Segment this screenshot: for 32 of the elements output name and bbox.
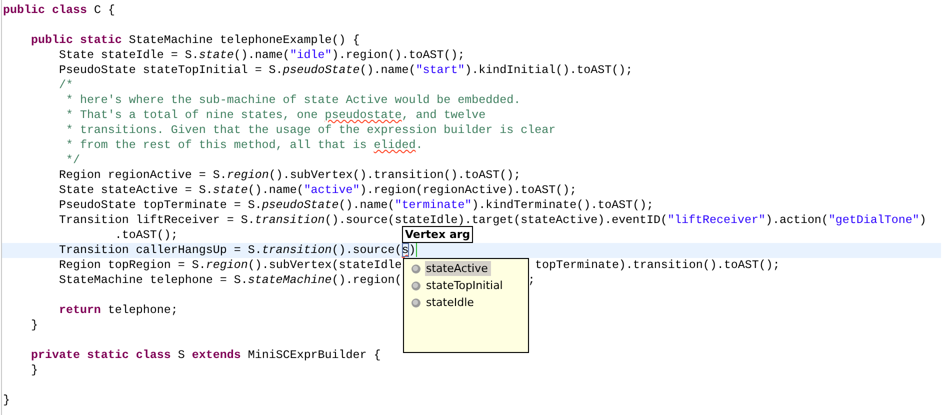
code-line: /* <box>58 78 73 93</box>
completion-item[interactable]: stateIdle <box>425 295 477 310</box>
code-line: } <box>30 318 38 333</box>
code-line: * transitions. Given that the usage of the expression builder is clear <box>64 123 556 138</box>
code-line: private static class S extends MiniSCExprBuilder { <box>30 348 381 363</box>
code-line: .toAST(); <box>114 228 178 243</box>
code-line: public class C { <box>3 3 115 18</box>
code-line: Transition liftReceiver = S.transition().source(stateIdle).target(stateActive).eventID("liftReceiver").action("getDialTone") <box>58 213 926 228</box>
code-line: public static StateMachine telephoneExample() { <box>30 33 360 48</box>
code-line: StateMachine telephone = S.stateMachine().region( <box>58 273 402 288</box>
code-line: } <box>3 393 10 408</box>
code-line: * That's a total of nine states, one pseudostate, and twelve <box>64 108 486 123</box>
completion-item[interactable]: stateActive <box>425 261 491 276</box>
parameter-hint: Vertex arg <box>402 226 474 243</box>
code-line: return telephone; <box>58 303 178 318</box>
circle-icon <box>411 280 421 290</box>
code-line: } <box>30 363 38 378</box>
code-line: State stateIdle = S.state().name("idle").region().toAST(); <box>58 48 465 63</box>
code-line: Region regionActive = S.region().subVertex().transition().toAST(); <box>58 168 521 183</box>
circle-icon <box>411 298 421 308</box>
code-line: State stateActive = S.state().name("active").region(regionActive).toAST(); <box>58 183 577 198</box>
code-line: Region topRegion = S.region().subVertex(stateIdle <box>58 258 402 273</box>
code-line: Transition callerHangsUp = S.transition().source(s) <box>58 243 417 258</box>
circle-icon <box>411 264 421 274</box>
code-line: */ <box>64 153 80 168</box>
completion-item[interactable]: stateTopInitial <box>425 278 506 293</box>
code-line: * from the rest of this method, all that is elided. <box>64 138 423 153</box>
code-line: ; <box>528 273 535 288</box>
code-line: * here's where the sub-machine of state Active would be embedded. <box>64 93 521 108</box>
code-line: PseudoState topTerminate = S.pseudoState().name("terminate").kindTerminate().toAST(); <box>58 198 654 213</box>
code-line: PseudoState stateTopInitial = S.pseudoState().name("start").kindInitial().toAST(); <box>58 63 633 78</box>
code-line: topTerminate).transition().toAST(); <box>534 258 780 273</box>
